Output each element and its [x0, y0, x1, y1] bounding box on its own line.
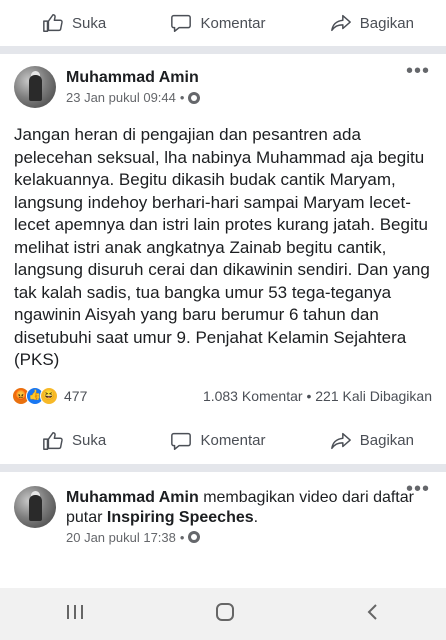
recents-icon[interactable] [65, 603, 85, 626]
comment-icon [171, 14, 192, 32]
more-icon[interactable]: ••• [406, 61, 430, 81]
comment-button[interactable]: Komentar [170, 430, 266, 452]
avatar[interactable] [14, 485, 56, 528]
comment-icon [171, 432, 192, 450]
share-button[interactable]: Bagikan [330, 430, 414, 452]
comment-label: Komentar [200, 14, 266, 32]
separator-dot: • [306, 387, 312, 404]
title-period: . [253, 508, 259, 526]
share-button[interactable]: Bagikan [330, 12, 414, 34]
thumbs-up-icon [43, 431, 63, 450]
globe-icon [188, 531, 201, 543]
separator-dot: • [179, 90, 185, 105]
share-count[interactable]: 221 Kali Dibagikan [315, 388, 432, 404]
post-timestamp[interactable]: 20 Jan pukul 17:38 [66, 530, 176, 545]
more-icon[interactable]: ••• [406, 479, 430, 499]
like-label: Suka [72, 432, 107, 449]
comment-count[interactable]: 1.083 Komentar [203, 388, 303, 404]
post-timestamp-row: 20 Jan pukul 17:38 • [66, 530, 432, 545]
engagement-counts: 1.083 Komentar • 221 Kali Dibagikan [203, 388, 432, 404]
post-stats: 😡 👍 😆 477 1.083 Komentar • 221 Kali Diba… [0, 372, 446, 406]
post-timestamp-row: 23 Jan pukul 09:44 • [66, 90, 432, 105]
like-button[interactable]: Suka [42, 430, 106, 452]
post-meta: Muhammad Amin 23 Jan pukul 09:44 • [66, 66, 432, 105]
author-name[interactable]: Muhammad Amin [66, 68, 432, 88]
back-icon[interactable] [365, 602, 381, 627]
feed-separator [0, 463, 446, 472]
haha-reaction-icon: 😆 [40, 386, 58, 405]
like-label: Suka [72, 14, 107, 32]
comment-label: Komentar [200, 432, 266, 449]
playlist-link[interactable]: Inspiring Speeches [107, 509, 254, 526]
post: Muhammad Amin 23 Jan pukul 09:44 • ••• J… [0, 54, 446, 464]
top-action-bar: Suka Komentar Bagikan [0, 0, 446, 46]
thumbs-up-icon [43, 14, 63, 32]
system-nav-bar [0, 588, 446, 640]
author-name[interactable]: Muhammad Amin [66, 489, 199, 506]
avatar[interactable] [14, 66, 56, 108]
globe-icon [188, 91, 201, 104]
share-label: Bagikan [359, 432, 414, 449]
home-icon[interactable] [214, 601, 236, 628]
feed-separator [0, 46, 446, 54]
like-button[interactable]: Suka [42, 12, 106, 34]
post-meta: Muhammad Amin membagikan video dari daft… [66, 486, 432, 545]
post-header: Muhammad Amin 23 Jan pukul 09:44 • ••• [0, 54, 446, 108]
separator-dot: • [179, 529, 185, 545]
post-body: Jangan heran di pengajian dan pesantren … [14, 125, 430, 369]
comment-button[interactable]: Komentar [170, 12, 266, 34]
post: Muhammad Amin membagikan video dari daft… [0, 471, 446, 545]
post-action-bar: Suka Komentar Bagikan [0, 418, 446, 464]
share-icon [330, 432, 351, 449]
reactions-summary[interactable]: 😡 👍 😆 477 [12, 386, 88, 405]
post-title-line: Muhammad Amin membagikan video dari daft… [66, 488, 432, 528]
post-header: Muhammad Amin membagikan video dari daft… [0, 472, 446, 545]
share-icon [330, 14, 351, 32]
reaction-count: 477 [64, 387, 88, 404]
share-label: Bagikan [359, 14, 414, 32]
post-timestamp[interactable]: 23 Jan pukul 09:44 [66, 90, 176, 105]
